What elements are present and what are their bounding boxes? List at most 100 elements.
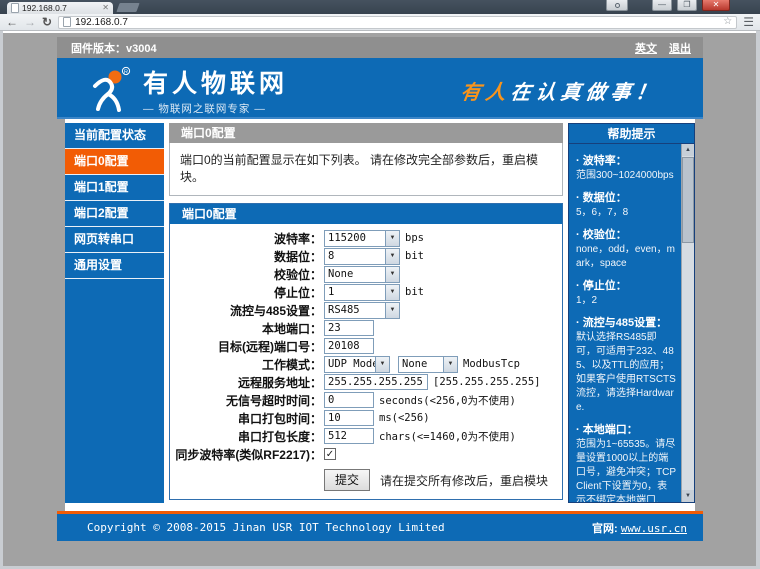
dropdown-arrow-icon: ▼ <box>375 357 389 372</box>
parity-select[interactable]: None▼ <box>324 266 400 283</box>
form-row-work-mode: 工作模式：UDP Mode▼None▼ModbusTcp <box>170 355 562 373</box>
scroll-down-icon[interactable]: ▼ <box>682 490 694 502</box>
field-suffix-baud-rate: bps <box>405 232 424 244</box>
dropdown-arrow-icon: ▼ <box>443 357 457 372</box>
tab-title: 192.168.0.7 <box>22 3 99 13</box>
help-item-text-1: 5，6，7，8 <box>576 206 676 220</box>
help-item-title-0: · 波特率： <box>576 152 676 168</box>
field-label-work-mode: 工作模式： <box>170 356 322 373</box>
site-label: 官网: <box>592 523 618 535</box>
select-value: 8 <box>325 250 385 262</box>
data-bits-select[interactable]: 8▼ <box>324 248 400 265</box>
pack-length-input[interactable]: 512 <box>324 428 374 444</box>
help-item-text-0: 范围300~1024000bps <box>576 169 676 183</box>
address-bar[interactable]: 192.168.0.7 ☆ <box>58 16 737 29</box>
work-mode-select[interactable]: UDP Mode▼ <box>324 356 390 373</box>
form-row-flow-control: 流控与485设置：RS485▼ <box>170 301 562 319</box>
url-text: 192.168.0.7 <box>75 17 719 28</box>
pack-time-input[interactable]: 10 <box>324 410 374 426</box>
sync-baud-checkbox[interactable]: ✓ <box>324 448 336 460</box>
remote-server-input[interactable]: 255.255.255.255 <box>324 374 428 390</box>
baud-rate-select[interactable]: 115200▼ <box>324 230 400 247</box>
sidebar-item-port0[interactable]: 端口0配置 <box>65 149 164 175</box>
field-label-parity: 校验位： <box>170 266 322 283</box>
brand-tagline: — 物联网之联网专家 — <box>143 101 288 116</box>
work-mode-select-2[interactable]: None▼ <box>398 356 458 373</box>
sidebar-menu: 当前配置状态端口0配置端口1配置端口2配置网页转串口通用设置 <box>65 123 164 503</box>
submit-note: 请在提交所有修改后，重启模块 <box>380 472 548 489</box>
field-label-remote-server: 远程服务地址： <box>170 374 322 391</box>
form-row-pack-length: 串口打包长度：512 chars(<=1460,0为不使用) <box>170 427 562 445</box>
dropdown-arrow-icon: ▼ <box>385 285 399 300</box>
sidebar-item-port2[interactable]: 端口2配置 <box>65 201 164 227</box>
usr-logo-icon: R <box>87 66 133 114</box>
back-button[interactable]: ← <box>6 16 18 28</box>
help-panel: 帮助提示 · 波特率：范围300~1024000bps· 数据位：5，6，7，8… <box>568 123 695 503</box>
field-label-pack-length: 串口打包长度： <box>170 428 322 445</box>
help-item-text-5: 范围为1~65535。请尽量设置1000以上的端口号，避免冲突；TCP Clie… <box>576 438 676 502</box>
site-link[interactable]: www.usr.cn <box>621 522 687 535</box>
slogan-orange: 有人 <box>459 80 512 104</box>
dropdown-arrow-icon: ▼ <box>385 231 399 246</box>
form-title: 端口0配置 <box>170 204 562 224</box>
forward-button[interactable]: → <box>24 16 36 28</box>
page-icon <box>63 17 71 27</box>
form-row-remote-port: 目标(远程)端口号：20108 <box>170 337 562 355</box>
bookmark-star-icon[interactable]: ☆ <box>723 17 732 27</box>
help-item-title-1: · 数据位： <box>576 189 676 205</box>
field-label-local-port: 本地端口： <box>170 320 322 337</box>
field-label-sync-baud: 同步波特率(类似RF2217)： <box>170 446 322 463</box>
page-favicon-icon <box>11 3 19 13</box>
timeout-input[interactable]: 0 <box>324 392 374 408</box>
field-label-stop-bits: 停止位： <box>170 284 322 301</box>
stop-bits-select[interactable]: 1▼ <box>324 284 400 301</box>
profile-window-button[interactable] <box>606 0 628 11</box>
browser-tab[interactable]: 192.168.0.7 ✕ <box>7 2 113 14</box>
local-port-input[interactable]: 23 <box>324 320 374 336</box>
flow-control-select[interactable]: RS485▼ <box>324 302 400 319</box>
svg-text:R: R <box>124 69 128 75</box>
maximize-button[interactable]: ❐ <box>677 0 697 11</box>
form-row-sync-baud: 同步波特率(类似RF2217)：✓ <box>170 445 562 463</box>
field-label-timeout: 无信号超时时间： <box>170 392 322 409</box>
dropdown-arrow-icon: ▼ <box>385 267 399 282</box>
form-row-stop-bits: 停止位：1▼bit <box>170 283 562 301</box>
field-suffix-pack-length: chars(<=1460,0为不使用) <box>379 429 516 444</box>
slogan-white: 在认真做事！ <box>509 80 662 104</box>
field-suffix-data-bits: bit <box>405 250 424 262</box>
form-row-baud-rate: 波特率：115200▼bps <box>170 229 562 247</box>
brand-slogan: 有人在认真做事！ <box>459 76 663 105</box>
new-tab-button[interactable] <box>116 3 139 12</box>
sidebar-item-general[interactable]: 通用设置 <box>65 253 164 279</box>
page-container: 固件版本：v3004 英文 退出 R 有人物联网 — 物联网之联网专家 — <box>57 37 703 541</box>
logout-link[interactable]: 退出 <box>669 40 691 56</box>
sidebar-item-port1[interactable]: 端口1配置 <box>65 175 164 201</box>
select-value: 1 <box>325 286 385 298</box>
minimize-button[interactable]: — <box>652 0 672 11</box>
form-row-timeout: 无信号超时时间：0seconds(<256,0为不使用) <box>170 391 562 409</box>
field-label-remote-port: 目标(远程)端口号： <box>170 338 322 355</box>
tab-close-icon[interactable]: ✕ <box>102 4 109 12</box>
help-item-text-4: 默认选择RS485即可，可适用于232、485、以及TTL的应用；如果客户使用R… <box>576 331 676 415</box>
field-label-flow-control: 流控与485设置： <box>170 302 322 319</box>
main-panel: 端口0配置 端口0的当前配置显示在如下列表。 请在修改完全部参数后，重启模块。 … <box>169 123 563 511</box>
port-config-form: 端口0配置 波特率：115200▼bps数据位：8▼bit校验位：None▼停止… <box>169 203 563 500</box>
content-area: 当前配置状态端口0配置端口1配置端口2配置网页转串口通用设置 端口0配置 端口0… <box>65 119 695 511</box>
remote-port-input[interactable]: 20108 <box>324 338 374 354</box>
sidebar-item-status[interactable]: 当前配置状态 <box>65 123 164 149</box>
section-title: 端口0配置 <box>169 123 563 143</box>
language-link[interactable]: 英文 <box>635 40 657 56</box>
scroll-thumb[interactable] <box>682 157 694 243</box>
brand-name: 有人物联网 <box>143 64 288 100</box>
sidebar-item-web-to-serial[interactable]: 网页转串口 <box>65 227 164 253</box>
help-body: · 波特率：范围300~1024000bps· 数据位：5，6，7，8· 校验位… <box>569 144 694 502</box>
page-background: 固件版本：v3004 英文 退出 R 有人物联网 — 物联网之联网专家 — <box>0 31 760 569</box>
help-scrollbar[interactable]: ▲ ▼ <box>681 144 694 502</box>
refresh-button[interactable]: ↻ <box>42 16 52 28</box>
brand-banner: R 有人物联网 — 物联网之联网专家 — 有人在认真做事！ <box>57 58 703 119</box>
browser-menu-button[interactable]: ☰ <box>743 16 754 28</box>
firmware-bar: 固件版本：v3004 英文 退出 <box>57 37 703 58</box>
scroll-up-icon[interactable]: ▲ <box>682 144 694 156</box>
submit-button[interactable]: 提交 <box>324 469 370 491</box>
close-button[interactable]: ✕ <box>702 0 730 11</box>
